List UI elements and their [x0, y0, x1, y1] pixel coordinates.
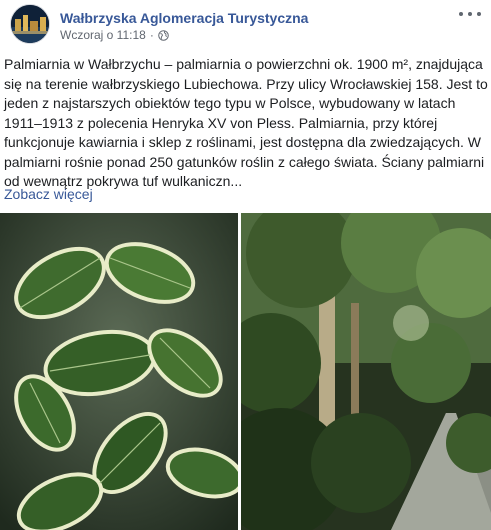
photo-palm-house-path[interactable] [241, 213, 491, 530]
post-header: Wałbrzyska Aglomeracja Turystyczna Wczor… [10, 4, 491, 48]
globe-icon [158, 29, 169, 41]
photo-variegated-leaves[interactable] [0, 213, 238, 530]
facebook-post: Wałbrzyska Aglomeracja Turystyczna Wczor… [0, 0, 491, 530]
meta-separator: · [149, 28, 154, 42]
photo-grid [0, 213, 491, 530]
post-body-text: Palmiarnia w Wałbrzychu – palmiarnia o p… [4, 56, 488, 189]
post-timestamp[interactable]: Wczoraj o 11:18 [60, 28, 146, 42]
page-avatar[interactable] [10, 4, 50, 44]
see-more-link[interactable]: Zobacz więcej [4, 185, 93, 205]
post-meta: Wczoraj o 11:18 · [60, 28, 169, 42]
more-options-icon[interactable] [459, 6, 481, 22]
page-name-link[interactable]: Wałbrzyska Aglomeracja Turystyczna [60, 10, 308, 26]
